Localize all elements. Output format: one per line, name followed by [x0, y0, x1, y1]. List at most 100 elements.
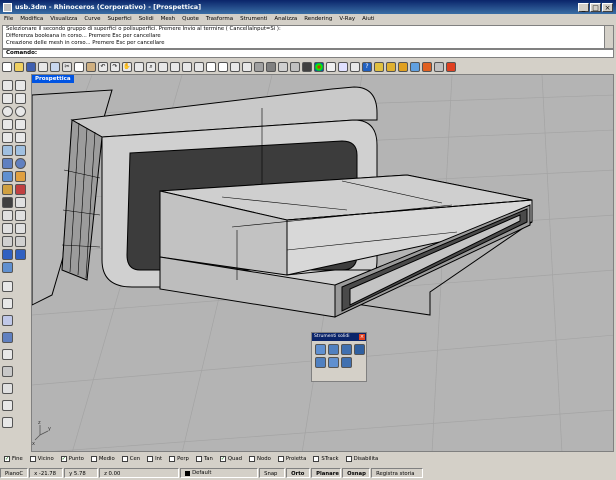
transform-icon[interactable]: [2, 349, 13, 360]
vray-light-icon[interactable]: [410, 62, 420, 72]
osnap-perp[interactable]: Perp: [169, 456, 189, 462]
planar-toggle[interactable]: Planare: [311, 468, 342, 478]
command-history[interactable]: Selezionare il secondo gruppo di superfi…: [2, 25, 614, 49]
checkbox[interactable]: ✓: [219, 456, 226, 462]
menu-rendering[interactable]: Rendering: [300, 16, 335, 22]
paste-icon[interactable]: [86, 62, 96, 72]
ghosted-icon[interactable]: [278, 62, 288, 72]
mirror-icon[interactable]: [2, 249, 13, 260]
osnap-medio[interactable]: Medio: [90, 456, 115, 462]
copy-object-icon[interactable]: [15, 223, 26, 234]
rotate-icon[interactable]: [2, 236, 13, 247]
checkbox[interactable]: [169, 456, 176, 462]
menu-analizza[interactable]: Analizza: [270, 16, 300, 22]
properties-icon[interactable]: [50, 62, 60, 72]
viewport-tab[interactable]: Prospettica: [32, 75, 74, 83]
text-icon[interactable]: [15, 132, 26, 143]
extrude-icon[interactable]: [15, 145, 26, 156]
menu-strumenti[interactable]: Strumenti: [236, 16, 270, 22]
zoom-window-icon[interactable]: [158, 62, 168, 72]
menu-visualizza[interactable]: Visualizza: [46, 16, 80, 22]
fillet-icon[interactable]: [2, 184, 13, 195]
undo-view-icon[interactable]: [194, 62, 204, 72]
osnap-tan[interactable]: Tan: [195, 456, 213, 462]
polyline-icon[interactable]: [2, 93, 13, 104]
solid-box-icon[interactable]: [2, 158, 13, 169]
menu-curve[interactable]: Curve: [80, 16, 103, 22]
osnap-int[interactable]: Int: [147, 456, 162, 462]
lock-icon[interactable]: [2, 417, 13, 428]
minimize-button[interactable]: _: [578, 2, 589, 12]
array-icon[interactable]: [15, 249, 26, 260]
object-properties-icon[interactable]: [338, 62, 348, 72]
maximize-button[interactable]: □: [590, 2, 601, 12]
osnap-proietta[interactable]: Proietta: [277, 456, 306, 462]
boolean-difference-icon[interactable]: [328, 344, 339, 355]
xray-icon[interactable]: [290, 62, 300, 72]
layer-icon[interactable]: [2, 383, 13, 394]
hide-icon[interactable]: [2, 400, 13, 411]
osnap-nodo[interactable]: Nodo: [249, 456, 271, 462]
osnap-strack[interactable]: STrack: [313, 456, 339, 462]
close-icon[interactable]: ×: [359, 334, 365, 340]
color-wheel-icon[interactable]: [314, 62, 324, 72]
checkbox[interactable]: ✓: [60, 456, 67, 462]
history-scrollbar[interactable]: [604, 26, 613, 48]
checkbox[interactable]: [147, 456, 154, 462]
menu-solidi[interactable]: Solidi: [135, 16, 157, 22]
redo-icon[interactable]: ↷: [110, 62, 120, 72]
trim-icon[interactable]: [2, 197, 13, 208]
grid-snap-icon[interactable]: [230, 62, 240, 72]
polygon-icon[interactable]: [2, 132, 13, 143]
solid-sphere-icon[interactable]: [15, 158, 26, 169]
mesh-icon[interactable]: [2, 171, 13, 182]
explode-icon[interactable]: [15, 210, 26, 221]
extract-surface-icon[interactable]: [328, 357, 339, 368]
osnap-cen[interactable]: Cen: [121, 456, 140, 462]
close-button[interactable]: ×: [602, 2, 613, 12]
perspective-viewport[interactable]: Prospettica z y x: [31, 74, 614, 452]
layers-icon[interactable]: [326, 62, 336, 72]
circle-icon[interactable]: [2, 106, 13, 117]
cut-icon[interactable]: ✂: [62, 62, 72, 72]
checkbox[interactable]: [195, 456, 202, 462]
surface-icon[interactable]: [2, 145, 13, 156]
solid-tools-title[interactable]: Strumenti solidi ×: [312, 333, 366, 341]
help-icon[interactable]: ?: [362, 62, 372, 72]
curve-icon[interactable]: [15, 93, 26, 104]
shaded-icon[interactable]: [254, 62, 264, 72]
osnap-toggle[interactable]: Osnap: [342, 468, 371, 478]
analyze-icon[interactable]: [2, 281, 13, 292]
render-sphere-icon[interactable]: [302, 62, 312, 72]
point-icon[interactable]: [15, 80, 26, 91]
menu-aiuti[interactable]: Aiuti: [358, 16, 377, 22]
record-history-toggle[interactable]: Registra storia: [371, 468, 424, 478]
osnap-quad[interactable]: ✓ Quad: [219, 456, 242, 462]
checkbox[interactable]: [121, 456, 128, 462]
vray-options-icon[interactable]: [386, 62, 396, 72]
menu-quote[interactable]: Quote: [178, 16, 202, 22]
wireframe-icon[interactable]: [242, 62, 252, 72]
vray-material-icon[interactable]: [398, 62, 408, 72]
dimension-icon[interactable]: [2, 262, 13, 273]
vray-camera-icon[interactable]: [434, 62, 444, 72]
checkbox[interactable]: ✓: [4, 456, 10, 462]
boolean-union-icon[interactable]: [315, 344, 326, 355]
osnap-fine[interactable]: ✓ Fine: [4, 456, 23, 462]
undo-icon[interactable]: ↶: [98, 62, 108, 72]
menu-mesh[interactable]: Mesh: [157, 16, 178, 22]
checkbox[interactable]: [249, 456, 256, 462]
new-icon[interactable]: [2, 62, 12, 72]
rotate-view-icon[interactable]: [134, 62, 144, 72]
split-icon[interactable]: [15, 197, 26, 208]
solid-tools-panel[interactable]: Strumenti solidi ×: [311, 332, 367, 382]
four-viewports-icon[interactable]: [206, 62, 216, 72]
save-icon[interactable]: [26, 62, 36, 72]
move-icon[interactable]: [2, 223, 13, 234]
render-icon[interactable]: [15, 171, 26, 182]
boolean-intersection-icon[interactable]: [341, 344, 352, 355]
menu-vray[interactable]: V-Ray: [335, 16, 358, 22]
vray-sun-icon[interactable]: [422, 62, 432, 72]
group-icon[interactable]: [2, 366, 13, 377]
boolean-split-icon[interactable]: [354, 344, 365, 355]
